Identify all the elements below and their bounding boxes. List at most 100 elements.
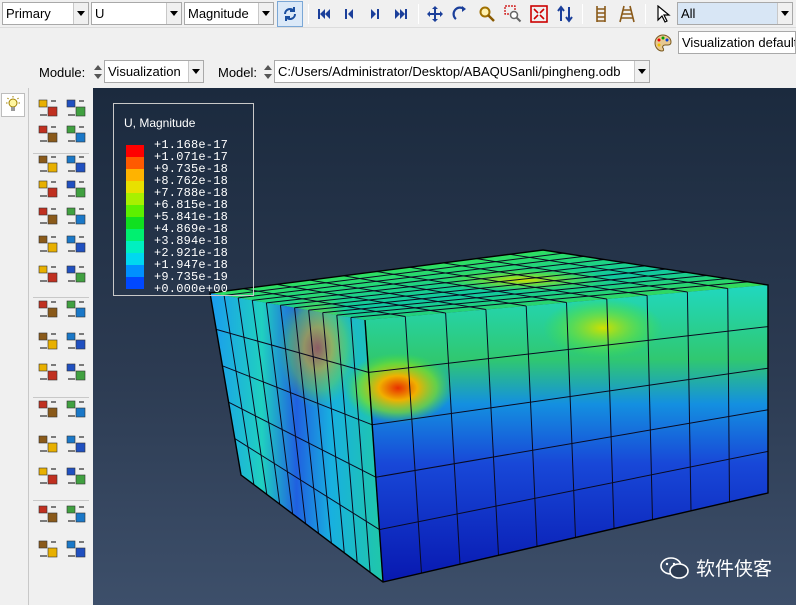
toolbar-divider: [582, 4, 583, 24]
chevron-down-icon[interactable]: [188, 61, 203, 82]
module-select[interactable]: Visualization: [104, 60, 204, 83]
sync-options-button[interactable]: [277, 1, 303, 27]
field-variable-select[interactable]: U: [91, 2, 182, 25]
animate-harmonic-button[interactable]: [36, 297, 60, 321]
first-frame-button[interactable]: [313, 3, 335, 25]
module-value: Visualization: [108, 64, 181, 79]
pan-icon: [427, 6, 443, 22]
animation-options-icon: [66, 300, 86, 318]
perspective-button[interactable]: [616, 3, 638, 25]
animate-time-button[interactable]: [36, 262, 60, 286]
path-button[interactable]: [36, 397, 60, 421]
rotate-button[interactable]: [450, 3, 472, 25]
symbol-options-icon: [38, 207, 58, 225]
query-icon: [38, 505, 58, 523]
legend-title: U, Magnitude: [124, 116, 196, 130]
datum-button[interactable]: [590, 3, 612, 25]
xy-data-manager-button[interactable]: [64, 329, 88, 353]
legend-value: +0.000e+00: [154, 282, 229, 296]
query-manager-button[interactable]: [64, 502, 88, 526]
module-spinner[interactable]: [93, 61, 103, 84]
field-variable-value: U: [95, 6, 105, 21]
animate-time-icon: [38, 265, 58, 283]
contour-options-button[interactable]: [64, 177, 88, 201]
palette-icon: [654, 34, 672, 52]
chevron-down-icon[interactable]: [777, 3, 792, 24]
component-value: Magnitude: [188, 6, 249, 21]
display-group-icon: [38, 467, 58, 485]
xy-data-table-button[interactable]: [64, 360, 88, 384]
chevron-down-icon[interactable]: [73, 3, 88, 24]
contour-legend: U, Magnitude +1.168e-17 +1.071e-17 +9.735e…: [113, 103, 254, 296]
xy-plot-line-button[interactable]: [64, 397, 88, 421]
toolbox-divider: [33, 500, 89, 501]
next-frame-button[interactable]: [364, 3, 386, 25]
watermark-text: 软件侠客: [695, 559, 772, 580]
plot-deformed-button[interactable]: [64, 96, 88, 120]
stream-manager-button[interactable]: [64, 537, 88, 561]
select-button[interactable]: [652, 3, 674, 25]
view-cut-manager-button[interactable]: [64, 432, 88, 456]
color-palette-button[interactable]: [652, 32, 674, 54]
display-group-manager-button[interactable]: [64, 464, 88, 488]
animation-options-button[interactable]: [64, 297, 88, 321]
legend-swatch: [126, 229, 144, 241]
model-select[interactable]: C:/Users/Administrator/Desktop/ABAQUSanl…: [274, 60, 650, 83]
allow-multiple-plots-button[interactable]: [36, 232, 60, 256]
create-xy-data-button[interactable]: [36, 329, 60, 353]
stream-button[interactable]: [36, 537, 60, 561]
graphics-viewport[interactable]: U, Magnitude +1.168e-17 +1.071e-17 +9.735e…: [93, 88, 796, 605]
plot-deformed-icon: [66, 99, 86, 117]
cursor-arrow-icon: [657, 5, 671, 23]
magnifier-icon: [479, 6, 495, 22]
view-cut-button[interactable]: [36, 432, 60, 456]
plot-undeformed-button[interactable]: [36, 96, 60, 120]
create-display-group-button[interactable]: [36, 464, 60, 488]
contour-plot-button[interactable]: [36, 177, 60, 201]
table-icon: [66, 467, 86, 485]
multiple-plots-icon: [38, 235, 58, 253]
animate-scale-icon: [66, 265, 86, 283]
box-zoom-button[interactable]: [502, 3, 524, 25]
symbol-options-button[interactable]: [36, 204, 60, 228]
cycle-views-button[interactable]: [554, 3, 576, 25]
front-face-hotspot: [543, 298, 663, 358]
auto-fit-button[interactable]: [528, 3, 550, 25]
layers-icon: [66, 125, 86, 143]
orientation-options-button[interactable]: [64, 204, 88, 228]
chevron-down-icon[interactable]: [166, 3, 181, 24]
chevron-down-icon[interactable]: [258, 3, 273, 24]
render-style-select[interactable]: Visualization defaults: [678, 31, 796, 54]
wechat-icon: [660, 556, 689, 579]
rotate-icon: [452, 6, 466, 20]
view-cut-icon: [38, 435, 58, 453]
selection-filter-select[interactable]: All: [677, 2, 793, 25]
superimpose-button[interactable]: [64, 152, 88, 176]
legend-swatch: [126, 169, 144, 181]
model-value: C:/Users/Administrator/Desktop/ABAQUSanl…: [278, 64, 621, 79]
symbol-plot-button[interactable]: [36, 122, 60, 146]
perspective-icon: [619, 5, 635, 23]
zoom-button[interactable]: [476, 3, 498, 25]
model-tree-toggle[interactable]: [1, 93, 25, 117]
previous-frame-button[interactable]: [338, 3, 360, 25]
orientation-options-icon: [66, 207, 86, 225]
query-button[interactable]: [36, 502, 60, 526]
main-toolbar: Primary U Magnitude All: [0, 0, 796, 28]
model-spinner[interactable]: [263, 61, 273, 84]
legend-swatch: [126, 265, 144, 277]
deformed-shape-button[interactable]: [36, 152, 60, 176]
material-orientation-button[interactable]: [64, 122, 88, 146]
component-select[interactable]: Magnitude: [184, 2, 274, 25]
toolbar-divider: [418, 4, 419, 24]
pan-button[interactable]: [424, 3, 446, 25]
table-icon: [66, 540, 86, 558]
last-frame-button[interactable]: [390, 3, 412, 25]
display-group-select[interactable]: Primary: [2, 2, 89, 25]
overlay-plot-button[interactable]: [64, 232, 88, 256]
xy-plot-button[interactable]: [36, 360, 60, 384]
table-icon: [66, 332, 86, 350]
animate-scale-button[interactable]: [64, 262, 88, 286]
chevron-down-icon[interactable]: [634, 61, 649, 82]
watermark: 软件侠客: [660, 554, 772, 581]
